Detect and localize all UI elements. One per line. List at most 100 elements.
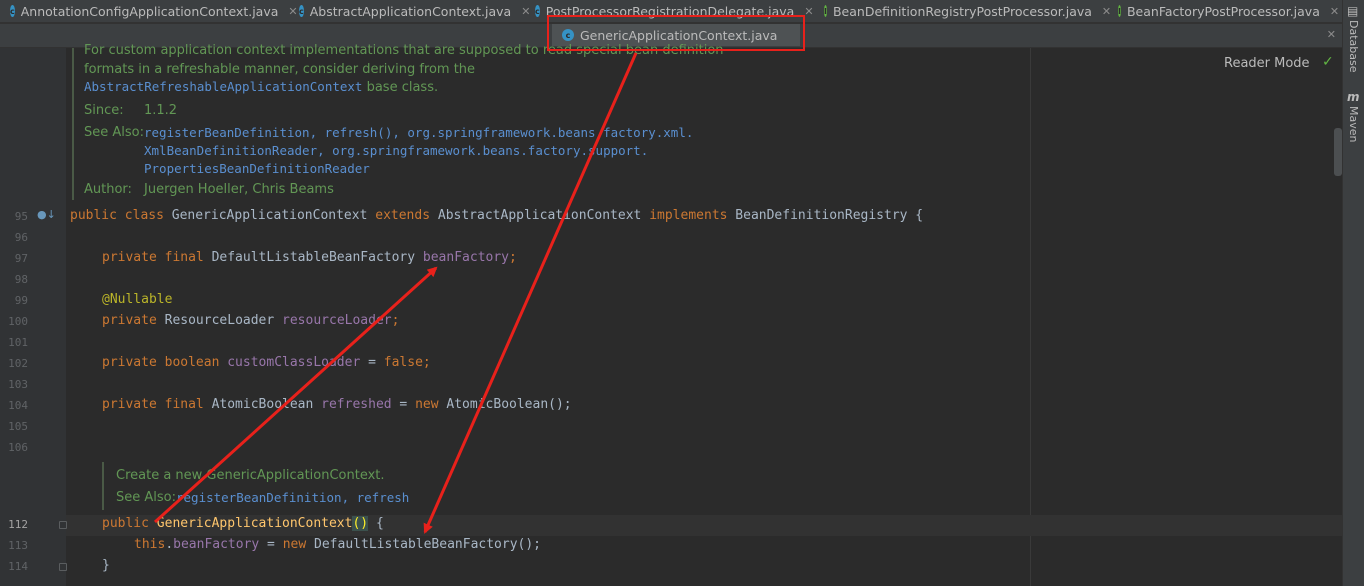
code-line-112: public GenericApplicationContext() { [102,516,384,531]
fold-icon[interactable] [59,563,67,571]
constructor-call: AtomicBoolean(); [446,397,572,412]
code-editor[interactable]: Reader Mode ✓ For custom application con… [0,43,1342,586]
semicolon: ; [391,313,400,328]
doc-seealso-links[interactable]: PropertiesBeanDefinitionReader [144,161,370,176]
doc-comment-bar [72,48,74,200]
line-number: 102 [8,357,28,370]
doc-seealso-links[interactable]: XmlBeanDefinitionReader, org.springframe… [144,143,648,158]
database-icon[interactable]: ▤ [1347,4,1358,18]
doc-since-value: 1.1.2 [144,103,178,118]
right-margin-guide [1030,48,1031,586]
class-icon: c [299,5,304,17]
close-icon[interactable]: ✕ [804,5,813,18]
keyword: private final [102,397,212,412]
code-line-97: private final DefaultListableBeanFactory… [102,250,517,265]
class-icon: c [535,5,540,17]
keyword: private [102,313,165,328]
check-icon: ✓ [1322,54,1334,70]
constructor-call: DefaultListableBeanFactory(); [314,537,542,552]
doc-author-label: Author: [84,182,132,197]
code-line-99: @Nullable [102,292,172,307]
keyword: public class [70,208,172,223]
type-name: DefaultListableBeanFactory [211,250,423,265]
line-number: 100 [8,315,28,328]
dot: . [165,537,174,552]
keyword: private final [102,250,212,265]
interface-name: BeanDefinitionRegistry { [735,208,924,223]
doc-link[interactable]: AbstractRefreshableApplicationContext [84,79,362,94]
line-number: 106 [8,441,28,454]
type-name: ResourceLoader [164,313,283,328]
doc-seealso-label: See Also: [116,490,176,505]
keyword: private boolean [102,355,228,370]
line-number: 113 [8,539,28,552]
literal: false [383,355,423,370]
line-number: 101 [8,336,28,349]
annotation: @Nullable [102,292,173,307]
code-line-113: this.beanFactory = new DefaultListableBe… [134,537,541,552]
parentheses: () [352,516,369,531]
database-tool-window[interactable]: Database [1347,20,1360,73]
doc-comment-bar [102,462,104,510]
tab-bean-factory-pp[interactable]: I BeanFactoryPostProcessor.java ✕ [1108,0,1340,22]
tab-label: AbstractApplicationContext.java [309,3,512,19]
semicolon: ; [422,355,431,370]
tab-label: BeanFactoryPostProcessor.java [1126,3,1320,19]
keyword: extends [375,208,438,223]
brace: { [368,516,384,531]
doc-since-label: Since: [84,103,124,118]
close-icon[interactable]: ✕ [1327,24,1336,46]
field-name: beanFactory [173,537,260,552]
keyword: implements [649,208,736,223]
maven-icon[interactable]: m [1347,90,1360,104]
type-name: AtomicBoolean [211,397,322,412]
close-icon[interactable]: ✕ [1330,5,1339,18]
doc-line: Create a new GenericApplicationContext. [116,468,385,483]
field-name: beanFactory [422,250,509,265]
class-icon: c [10,5,15,17]
operator: = [360,355,384,370]
operator: = [259,537,283,552]
tab-label: AnnotationConfigApplicationContext.java [20,3,279,19]
maven-tool-window[interactable]: Maven [1347,106,1360,142]
line-number: 103 [8,378,28,391]
tab-label: BeanDefinitionRegistryPostProcessor.java [832,3,1092,19]
highlight-box [547,15,805,51]
tab-abstract-application-context[interactable]: c AbstractApplicationContext.java ✕ [289,0,530,22]
doc-seealso-links[interactable]: registerBeanDefinition, refresh [176,490,409,505]
keyword: new [415,397,447,412]
doc-text: base class. [362,80,439,95]
operator: = [391,397,416,412]
semicolon: ; [509,250,517,265]
reader-mode-button[interactable]: Reader Mode [1224,56,1310,71]
tab-bean-definition-registry-pp[interactable]: I BeanDefinitionRegistryPostProcessor.ja… [814,0,1111,22]
doc-line: AbstractRefreshableApplicationContext ba… [84,79,438,95]
code-line-114: } [102,558,110,573]
fold-icon[interactable] [59,521,67,529]
code-line-102: private boolean customClassLoader = fals… [102,355,431,370]
constructor-name: GenericApplicationContext [156,516,353,531]
line-number: 104 [8,399,28,412]
superclass-name: AbstractApplicationContext [437,208,650,223]
right-tool-window-bar: ▤ Database m Maven [1342,0,1364,586]
line-number: 112 [8,518,28,531]
line-number: 114 [8,560,28,573]
line-number: 95 [14,210,28,223]
doc-seealso-links[interactable]: registerBeanDefinition, refresh(), org.s… [144,125,693,140]
tab-annotation-config[interactable]: c AnnotationConfigApplicationContext.jav… [0,0,298,22]
code-line-100: private ResourceLoader resourceLoader; [102,313,399,328]
code-line-95: public class GenericApplicationContext e… [70,208,923,223]
brace: } [102,558,110,573]
line-number: 105 [8,420,28,433]
implementation-marker-icon[interactable]: ●↓ [37,208,56,221]
line-number: 99 [14,294,28,307]
interface-icon: I [1118,5,1121,17]
keyword: new [282,537,315,552]
vertical-scrollbar[interactable] [1334,128,1342,176]
keyword: this [134,537,166,552]
keyword: public [102,516,157,531]
field-name: customClassLoader [227,355,361,370]
doc-line: formats in a refreshable manner, conside… [84,62,476,77]
class-name: GenericApplicationContext [171,208,376,223]
doc-author-value: Juergen Hoeller, Chris Beams [144,182,334,197]
